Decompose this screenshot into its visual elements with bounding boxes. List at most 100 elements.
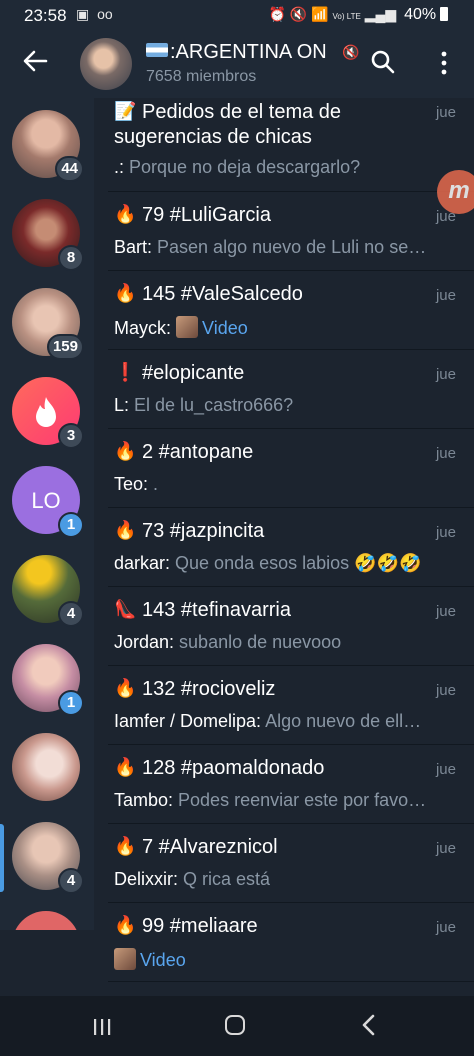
- sidebar-chat-8[interactable]: [12, 733, 80, 801]
- topic-title: 7 #Alvareznicol: [142, 836, 278, 858]
- topic-preview: Video: [114, 948, 444, 971]
- muted-icon: 🔇: [342, 44, 360, 60]
- topic-title: Pedidos de el tema de: [142, 101, 342, 123]
- floating-app-logo[interactable]: m: [437, 170, 474, 214]
- fire-icon: 🔥: [114, 283, 137, 303]
- sidebar-chat-10[interactable]: [12, 911, 80, 930]
- topic-date: jue: [435, 682, 456, 699]
- topic-date: jue: [435, 603, 456, 620]
- battery-percent: 40%: [404, 6, 437, 23]
- topic-preview: L: El de lu_castro666?: [114, 395, 294, 415]
- unread-badge: 3: [58, 423, 84, 449]
- video-thumbnail: [114, 948, 136, 970]
- sidebar-chat-3[interactable]: 159: [12, 288, 84, 360]
- system-nav-bar: [0, 996, 474, 1056]
- argentina-flag-icon: [146, 43, 168, 57]
- voicemail-icon: ᴏᴏ: [97, 6, 113, 22]
- topic-date: jue: [435, 104, 456, 121]
- topic-title: 79 #LuliGarcia: [142, 204, 271, 226]
- lte-icon: Vo) LTE: [332, 12, 361, 21]
- signal-icon: ▂▄▆: [364, 6, 397, 22]
- topic-title: 99 #meliaare: [142, 915, 258, 937]
- topic-preview: Teo: .: [114, 474, 159, 494]
- topic-row[interactable]: 👠 143 #tefinavarria jue Jordan: subanlo …: [94, 587, 474, 666]
- wifi-icon: 📶: [311, 6, 329, 22]
- active-indicator: [0, 824, 4, 892]
- topic-row[interactable]: 🔥 132 #rocioveliz jue Iamfer / Domelipa:…: [94, 666, 474, 745]
- fire-icon: 🔥: [114, 678, 137, 698]
- nav-back-icon[interactable]: [358, 1014, 380, 1036]
- topic-row[interactable]: 🔥 73 #jazpincita jue darkar: Que onda es…: [94, 508, 474, 587]
- more-menu-icon[interactable]: [432, 50, 456, 80]
- chat-header: :ARGENTINA ON 🔇 7658 miembros: [0, 32, 474, 98]
- unread-badge: 44: [55, 156, 84, 182]
- video-thumbnail: [176, 316, 199, 338]
- status-time: 23:58: [24, 6, 67, 25]
- unread-badge: 1: [58, 512, 84, 538]
- sidebar-chat-6[interactable]: 4: [12, 555, 84, 627]
- topic-preview: Tambo: Podes reenviar este por favo…: [114, 790, 427, 810]
- unread-badge: 4: [58, 868, 84, 894]
- topic-list: 📝 Pedidos de el tema de sugerencias de c…: [94, 98, 474, 996]
- chat-sidebar: 44 8 159 3 LO 1 4 1 4: [0, 98, 94, 930]
- mute-icon: 🔇: [289, 6, 308, 22]
- topic-date: jue: [435, 287, 456, 304]
- topic-title: #elopicante: [142, 362, 245, 384]
- fire-icon: 🔥: [114, 204, 137, 224]
- topic-preview: Jordan: subanlo de nuevooo: [114, 632, 342, 652]
- topic-row[interactable]: 🔥 128 #paomaldonado jue Tambo: Podes ree…: [94, 745, 474, 824]
- alarm-icon: ⏰: [268, 6, 286, 22]
- topic-row[interactable]: 🔥 145 #ValeSalcedo jue Mayck: Video: [94, 271, 474, 350]
- topic-row[interactable]: 🔥 79 #LuliGarcia jue Bart: Pasen algo nu…: [94, 192, 474, 271]
- topic-date: jue: [435, 761, 456, 778]
- unread-badge: 159: [46, 334, 84, 360]
- fire-icon: 🔥: [114, 836, 137, 856]
- recents-icon[interactable]: [92, 1018, 112, 1036]
- sidebar-chat-2[interactable]: 8: [12, 199, 84, 271]
- back-arrow-icon[interactable]: [18, 48, 52, 82]
- topic-preview: Bart: Pasen algo nuevo de Luli no se…: [114, 237, 427, 257]
- topic-title: 128 #paomaldonado: [142, 757, 325, 779]
- home-icon[interactable]: [225, 1015, 245, 1035]
- status-bar: 23:58 ▣ ᴏᴏ ⏰ 🔇 📶 Vo) LTE ▂▄▆ 40%: [0, 0, 474, 32]
- topic-row[interactable]: 🔥 99 #meliaare jue Video: [94, 903, 474, 982]
- group-avatar[interactable]: [80, 38, 132, 90]
- memo-icon: 📝: [114, 101, 137, 121]
- chat-title[interactable]: :ARGENTINA ON: [146, 41, 346, 64]
- search-icon[interactable]: [370, 49, 400, 79]
- topic-row[interactable]: 🔥 2 #antopane jue Teo: .: [94, 429, 474, 508]
- sidebar-chat-4[interactable]: 3: [12, 377, 84, 449]
- fire-icon: 🔥: [114, 757, 137, 777]
- topic-title: 2 #antopane: [142, 441, 254, 463]
- topic-preview: Delixxir: Q rica está: [114, 869, 271, 889]
- unread-badge: 4: [58, 601, 84, 627]
- image-icon: ▣: [76, 6, 90, 22]
- chat-title-text: :ARGENTINA ON: [170, 41, 327, 63]
- sidebar-chat-1[interactable]: 44: [12, 110, 84, 182]
- topic-preview: .: Porque no deja descargarlo?: [114, 157, 361, 177]
- topic-date: jue: [435, 919, 456, 936]
- high-heel-icon: 👠: [114, 599, 137, 619]
- unread-badge: 8: [58, 245, 84, 271]
- topic-row[interactable]: 🔥 7 #Alvareznicol jue Delixxir: Q rica e…: [94, 824, 474, 903]
- unread-badge: 1: [58, 690, 84, 716]
- fire-icon: 🔥: [114, 520, 137, 540]
- avatar-initials: LO: [31, 488, 61, 513]
- topic-row[interactable]: ❗ #elopicante jue L: El de lu_castro666?: [94, 350, 474, 429]
- topic-preview: Iamfer / Domelipa: Algo nuevo de ell…: [114, 711, 422, 731]
- sidebar-chat-7[interactable]: 1: [12, 644, 84, 716]
- topic-date: jue: [435, 524, 456, 541]
- sidebar-chat-9[interactable]: 4: [12, 822, 84, 894]
- topic-title: 143 #tefinavarria: [142, 599, 291, 621]
- sidebar-chat-5[interactable]: LO 1: [12, 466, 84, 538]
- topic-preview: Mayck: Video: [114, 316, 248, 338]
- exclamation-icon: ❗: [114, 362, 137, 382]
- topic-row[interactable]: 📝 Pedidos de el tema de sugerencias de c…: [94, 98, 474, 192]
- member-count: 7658 miembros: [146, 68, 257, 85]
- topic-title: 145 #ValeSalcedo: [142, 283, 303, 305]
- topic-date: jue: [435, 445, 456, 462]
- topic-date: jue: [435, 840, 456, 857]
- topic-date: jue: [435, 366, 456, 383]
- topic-preview: darkar: Que onda esos labios 🤣🤣🤣: [114, 553, 422, 573]
- topic-title-line2: sugerencias de chicas: [114, 126, 312, 148]
